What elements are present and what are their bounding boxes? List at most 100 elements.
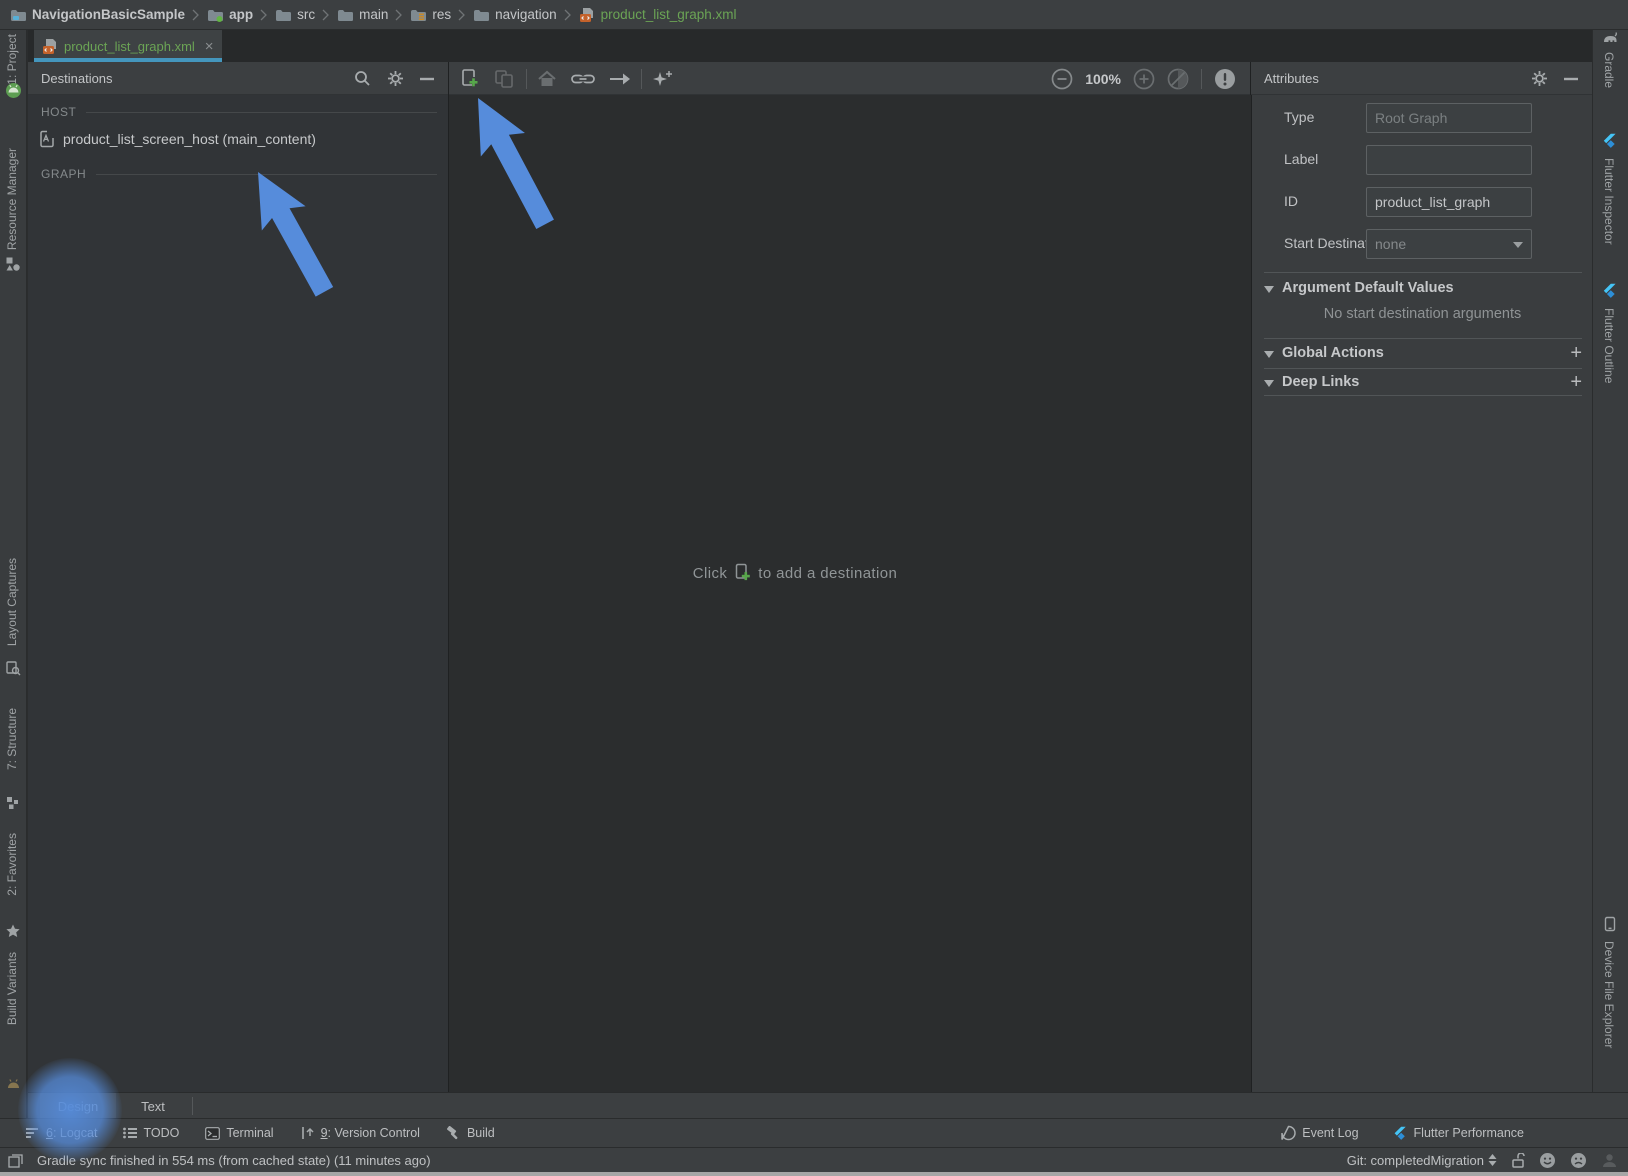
sidebar-item-flutter-outline[interactable]: Flutter Outline bbox=[1602, 308, 1616, 383]
deep-links-section[interactable]: Deep Links + bbox=[1264, 374, 1582, 390]
android-studio-window: NavigationBasicSample app src main res n… bbox=[0, 0, 1628, 1176]
add-deep-link-button[interactable]: + bbox=[1570, 375, 1582, 389]
toolbar-separator bbox=[1201, 69, 1202, 89]
status-message: Gradle sync finished in 554 ms (from cac… bbox=[37, 1153, 431, 1168]
zoom-in-icon[interactable] bbox=[1133, 68, 1155, 90]
list-item-host-destination[interactable]: product_list_screen_host (main_content) bbox=[28, 125, 449, 153]
breadcrumb-item-res[interactable]: res bbox=[410, 7, 451, 22]
gear-icon[interactable] bbox=[387, 70, 404, 87]
toolwindow-flutter-performance[interactable]: Flutter Performance bbox=[1393, 1126, 1524, 1141]
git-branch-widget[interactable]: Git: completedMigration bbox=[1347, 1153, 1497, 1168]
toolwindow-build[interactable]: Build bbox=[446, 1126, 495, 1140]
happy-face-icon[interactable] bbox=[1539, 1152, 1556, 1169]
project-folder-icon bbox=[10, 8, 27, 22]
new-destination-button[interactable] bbox=[460, 68, 480, 90]
breadcrumb-item-file[interactable]: product_list_graph.xml bbox=[579, 7, 737, 23]
auto-arrange-magic-icon[interactable] bbox=[652, 69, 674, 89]
device-file-explorer-icon[interactable] bbox=[1602, 916, 1618, 932]
breadcrumb-item-main[interactable]: main bbox=[337, 7, 388, 22]
sidebar-item-build-variants[interactable]: Build Variants bbox=[5, 952, 19, 1025]
attributes-panel: Type Root Graph Label ID product_list_gr… bbox=[1251, 95, 1592, 1092]
sidebar-item-structure[interactable]: 7: Structure bbox=[5, 708, 19, 770]
toolwindow-event-log[interactable]: Event Log bbox=[1280, 1125, 1358, 1141]
host-section-header: HOST bbox=[41, 105, 437, 119]
flutter-icon[interactable] bbox=[1602, 133, 1618, 149]
new-nested-graph-button[interactable] bbox=[494, 69, 516, 89]
sidebar-item-favorites[interactable]: 2: Favorites bbox=[5, 833, 19, 896]
tab-product-list-graph[interactable]: product_list_graph.xml × bbox=[34, 30, 222, 62]
zoom-to-fit-icon[interactable] bbox=[1167, 68, 1189, 90]
host-fragment-icon bbox=[39, 129, 55, 149]
chevron-down-icon bbox=[1513, 242, 1523, 248]
tab-text[interactable]: Text bbox=[124, 1093, 182, 1119]
build-variants-icon[interactable] bbox=[5, 1076, 22, 1091]
destinations-panel-title: Destinations bbox=[41, 71, 113, 86]
toolwindow-logcat[interactable]: 6: Logcat bbox=[26, 1126, 97, 1140]
android-project-icon[interactable] bbox=[5, 82, 22, 99]
status-bar: Gradle sync finished in 554 ms (from cac… bbox=[0, 1147, 1628, 1172]
search-icon[interactable] bbox=[354, 70, 371, 87]
chevron-right-icon bbox=[458, 8, 466, 22]
destinations-panel: HOST product_list_screen_host (main_cont… bbox=[28, 95, 449, 1092]
folder-icon bbox=[337, 8, 354, 22]
layout-captures-icon[interactable] bbox=[5, 660, 21, 676]
hide-panel-icon[interactable] bbox=[1564, 77, 1578, 81]
module-folder-icon bbox=[207, 8, 224, 22]
type-field: Root Graph bbox=[1366, 103, 1532, 133]
add-global-action-button[interactable]: + bbox=[1570, 346, 1582, 360]
xml-file-icon bbox=[579, 7, 596, 23]
canvas-toolbar: 100% bbox=[450, 62, 1250, 95]
toolwindow-terminal[interactable]: Terminal bbox=[205, 1126, 273, 1140]
gradle-icon[interactable] bbox=[1602, 30, 1619, 45]
label-field[interactable] bbox=[1366, 145, 1532, 175]
sidebar-item-resource-manager[interactable]: Resource Manager bbox=[5, 148, 19, 250]
attributes-panel-header: Attributes bbox=[1250, 62, 1592, 95]
breadcrumb-item-navigation[interactable]: navigation bbox=[473, 7, 557, 22]
graph-section-header: GRAPH bbox=[41, 167, 437, 181]
zoom-out-icon[interactable] bbox=[1051, 68, 1073, 90]
hammer-icon bbox=[446, 1126, 461, 1140]
unlock-icon[interactable] bbox=[1511, 1153, 1525, 1168]
bottom-toolwindow-bar: 6: Logcat TODO Terminal 9: Version Contr… bbox=[0, 1118, 1628, 1147]
toolwindow-version-control[interactable]: 9: Version Control bbox=[300, 1126, 420, 1140]
close-tab-icon[interactable]: × bbox=[205, 38, 214, 55]
sidebar-item-flutter-inspector[interactable]: Flutter Inspector bbox=[1602, 158, 1616, 245]
flutter-icon[interactable] bbox=[1602, 283, 1618, 299]
sidebar-item-device-file-explorer[interactable]: Device File Explorer bbox=[1602, 941, 1616, 1048]
toolwindow-todo[interactable]: TODO bbox=[123, 1126, 179, 1140]
global-actions-section[interactable]: Global Actions + bbox=[1264, 345, 1582, 361]
id-field[interactable]: product_list_graph bbox=[1366, 187, 1532, 217]
structure-icon[interactable] bbox=[5, 795, 21, 811]
gear-icon[interactable] bbox=[1531, 70, 1548, 87]
window-bottom-edge bbox=[0, 1172, 1628, 1176]
sidebar-item-gradle[interactable]: Gradle bbox=[1602, 52, 1616, 88]
sad-face-icon[interactable] bbox=[1570, 1152, 1587, 1169]
nav-graph-canvas[interactable]: Click to add a destination bbox=[450, 95, 1250, 1092]
toolwindow-stack-icon[interactable] bbox=[8, 1153, 25, 1168]
hide-panel-icon[interactable] bbox=[420, 77, 434, 81]
editor-tab-bar: product_list_graph.xml × bbox=[28, 30, 1592, 62]
assign-start-destination-button[interactable] bbox=[537, 70, 557, 88]
resource-folder-icon bbox=[410, 8, 427, 22]
breadcrumb-item-src[interactable]: src bbox=[275, 7, 315, 22]
star-icon[interactable] bbox=[5, 923, 21, 939]
event-log-icon bbox=[1280, 1125, 1296, 1141]
no-arguments-message: No start destination arguments bbox=[1252, 306, 1593, 322]
editor-mode-tab-bar: Design Text bbox=[28, 1092, 1628, 1118]
deep-link-button[interactable] bbox=[571, 71, 595, 87]
issues-panel-icon[interactable] bbox=[1214, 68, 1236, 90]
divider bbox=[192, 1097, 193, 1115]
resource-manager-icon[interactable] bbox=[5, 256, 21, 272]
start-destination-select[interactable]: none bbox=[1366, 229, 1532, 259]
sidebar-item-layout-captures[interactable]: Layout Captures bbox=[5, 558, 19, 646]
divider bbox=[1264, 395, 1582, 396]
argument-default-values-section[interactable]: Argument Default Values bbox=[1264, 280, 1582, 296]
triangle-down-icon bbox=[1264, 286, 1274, 293]
todo-icon bbox=[123, 1127, 137, 1139]
breadcrumb-item-app[interactable]: app bbox=[207, 7, 253, 22]
up-down-arrows-icon bbox=[1488, 1154, 1497, 1166]
sidebar-item-project[interactable]: 1: Project bbox=[5, 34, 19, 85]
tab-design[interactable]: Design bbox=[40, 1093, 116, 1119]
breadcrumb-item-project[interactable]: NavigationBasicSample bbox=[10, 7, 185, 22]
action-arrow-button[interactable] bbox=[609, 72, 631, 86]
